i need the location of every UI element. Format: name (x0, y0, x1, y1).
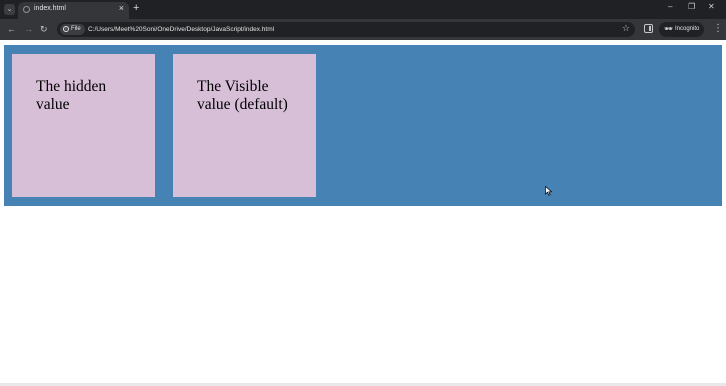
browser-toolbar: ← → ↻ i File C:/Users/Meet%20Soni/OneDriv… (0, 19, 726, 40)
side-panel-icon[interactable] (644, 24, 653, 33)
info-icon: i (63, 26, 69, 32)
address-bar[interactable]: i File C:/Users/Meet%20Soni/OneDrive/Desk… (57, 22, 635, 37)
minimize-button[interactable]: – (668, 2, 672, 11)
reload-button[interactable]: ↻ (40, 23, 48, 35)
star-icon[interactable]: ☆ (622, 23, 630, 34)
page-container: The hidden value The Visible value (defa… (4, 45, 722, 206)
close-window-button[interactable]: ✕ (708, 2, 715, 11)
site-info-label: File (71, 26, 81, 32)
url-text[interactable]: C:/Users/Meet%20Soni/OneDrive/Desktop/Ja… (88, 24, 274, 35)
visible-value-box: The Visible value (default) (173, 54, 316, 197)
incognito-icon: 🕶 (664, 26, 673, 33)
tab-strip: ⌄ index.html × + – ❐ ✕ (0, 0, 726, 19)
globe-icon (23, 6, 30, 13)
incognito-chip[interactable]: 🕶 Incognito (659, 22, 704, 37)
site-info-chip[interactable]: i File (60, 24, 85, 35)
back-button[interactable]: ← (7, 23, 16, 35)
tab-close-icon[interactable]: × (119, 3, 124, 13)
mouse-cursor-icon (545, 186, 553, 196)
restore-button[interactable]: ❐ (688, 2, 695, 11)
hidden-value-box: The hidden value (12, 54, 155, 197)
tab-index-html[interactable]: index.html × (18, 2, 129, 19)
tab-title: index.html (34, 5, 66, 12)
kebab-menu-icon[interactable]: ⋮ (713, 23, 723, 35)
forward-button[interactable]: → (24, 23, 33, 35)
tab-search-button[interactable]: ⌄ (4, 4, 15, 15)
incognito-label: Incognito (675, 26, 700, 32)
new-tab-button[interactable]: + (133, 2, 139, 14)
